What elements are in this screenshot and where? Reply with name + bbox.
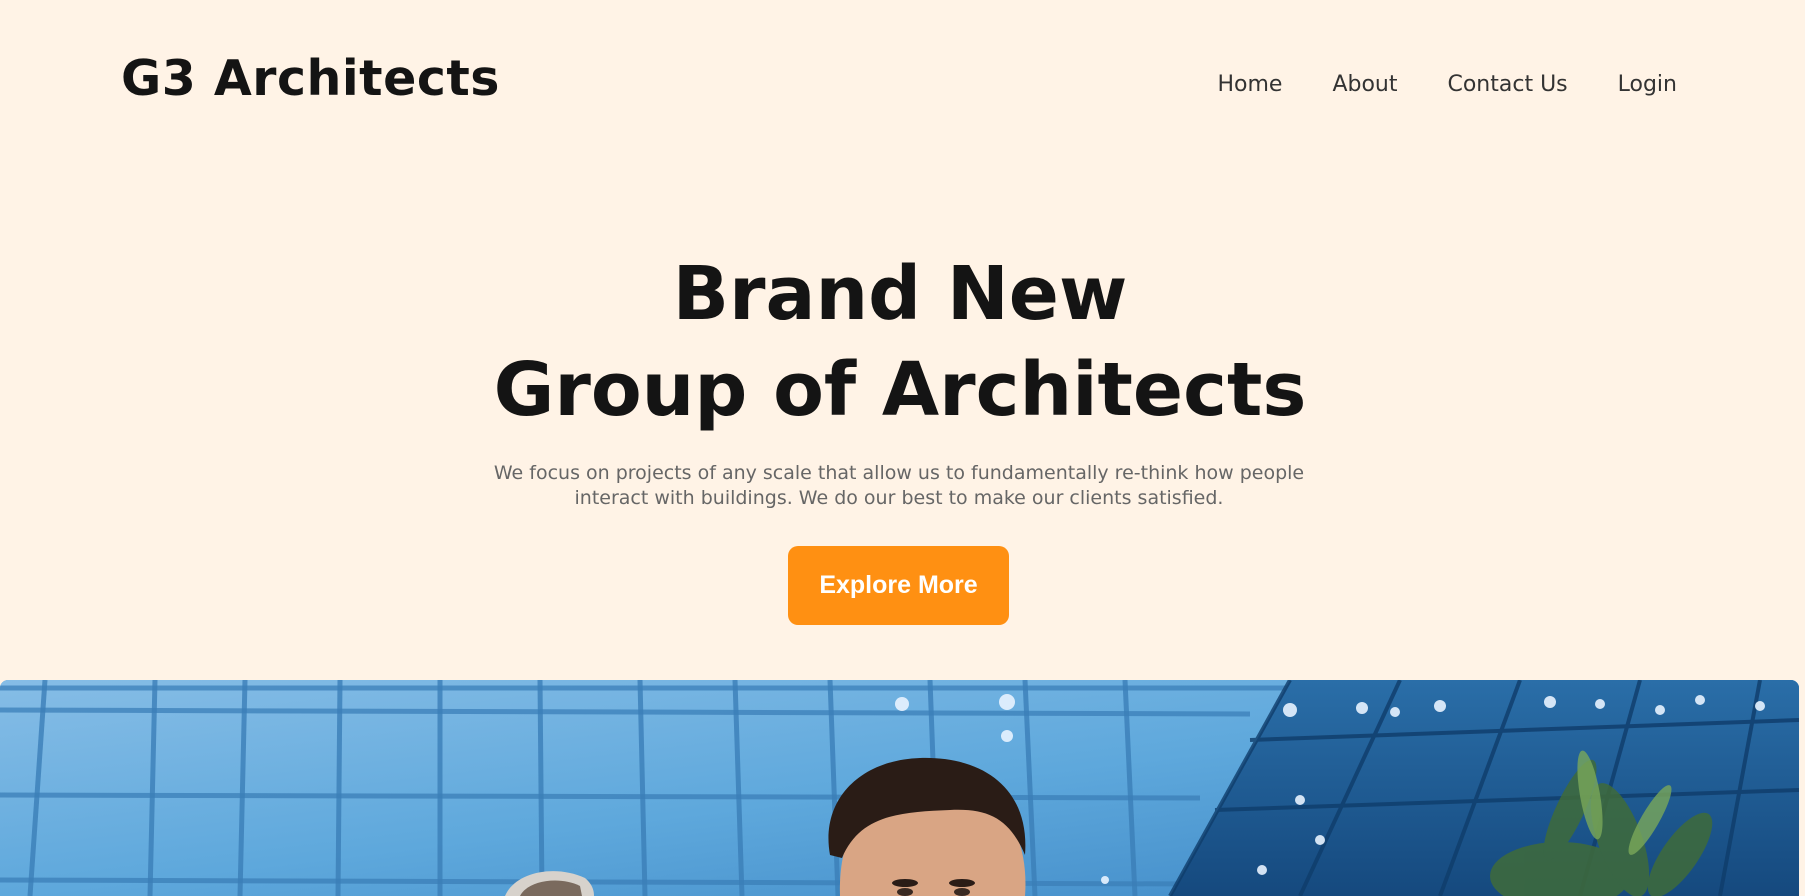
nav-about-link[interactable]: About — [1332, 72, 1397, 98]
nav-login-link[interactable]: Login — [1618, 72, 1677, 98]
hero-title: Brand New Group of Architects — [0, 246, 1800, 438]
nav-contact-link[interactable]: Contact Us — [1447, 72, 1567, 98]
nav-home-link[interactable]: Home — [1217, 72, 1282, 98]
hero-description: We focus on projects of any scale that a… — [0, 461, 1798, 511]
hero-title-line-1: Brand New — [672, 251, 1128, 337]
hero-description-line-1: We focus on projects of any scale that a… — [493, 462, 1305, 484]
hero-title-line-2: Group of Architects — [493, 347, 1307, 433]
hero-image — [0, 680, 1799, 896]
main-nav: Home About Contact Us Login — [1217, 72, 1677, 98]
landing-page: G3 Architects Home About Contact Us Logi… — [0, 0, 1805, 896]
hero-description-line-2: interact with buildings. We do our best … — [574, 487, 1224, 509]
site-logo[interactable]: G3 Architects — [121, 52, 500, 106]
hero-photo-illustration — [0, 680, 1799, 896]
explore-more-button[interactable]: Explore More — [788, 546, 1009, 625]
